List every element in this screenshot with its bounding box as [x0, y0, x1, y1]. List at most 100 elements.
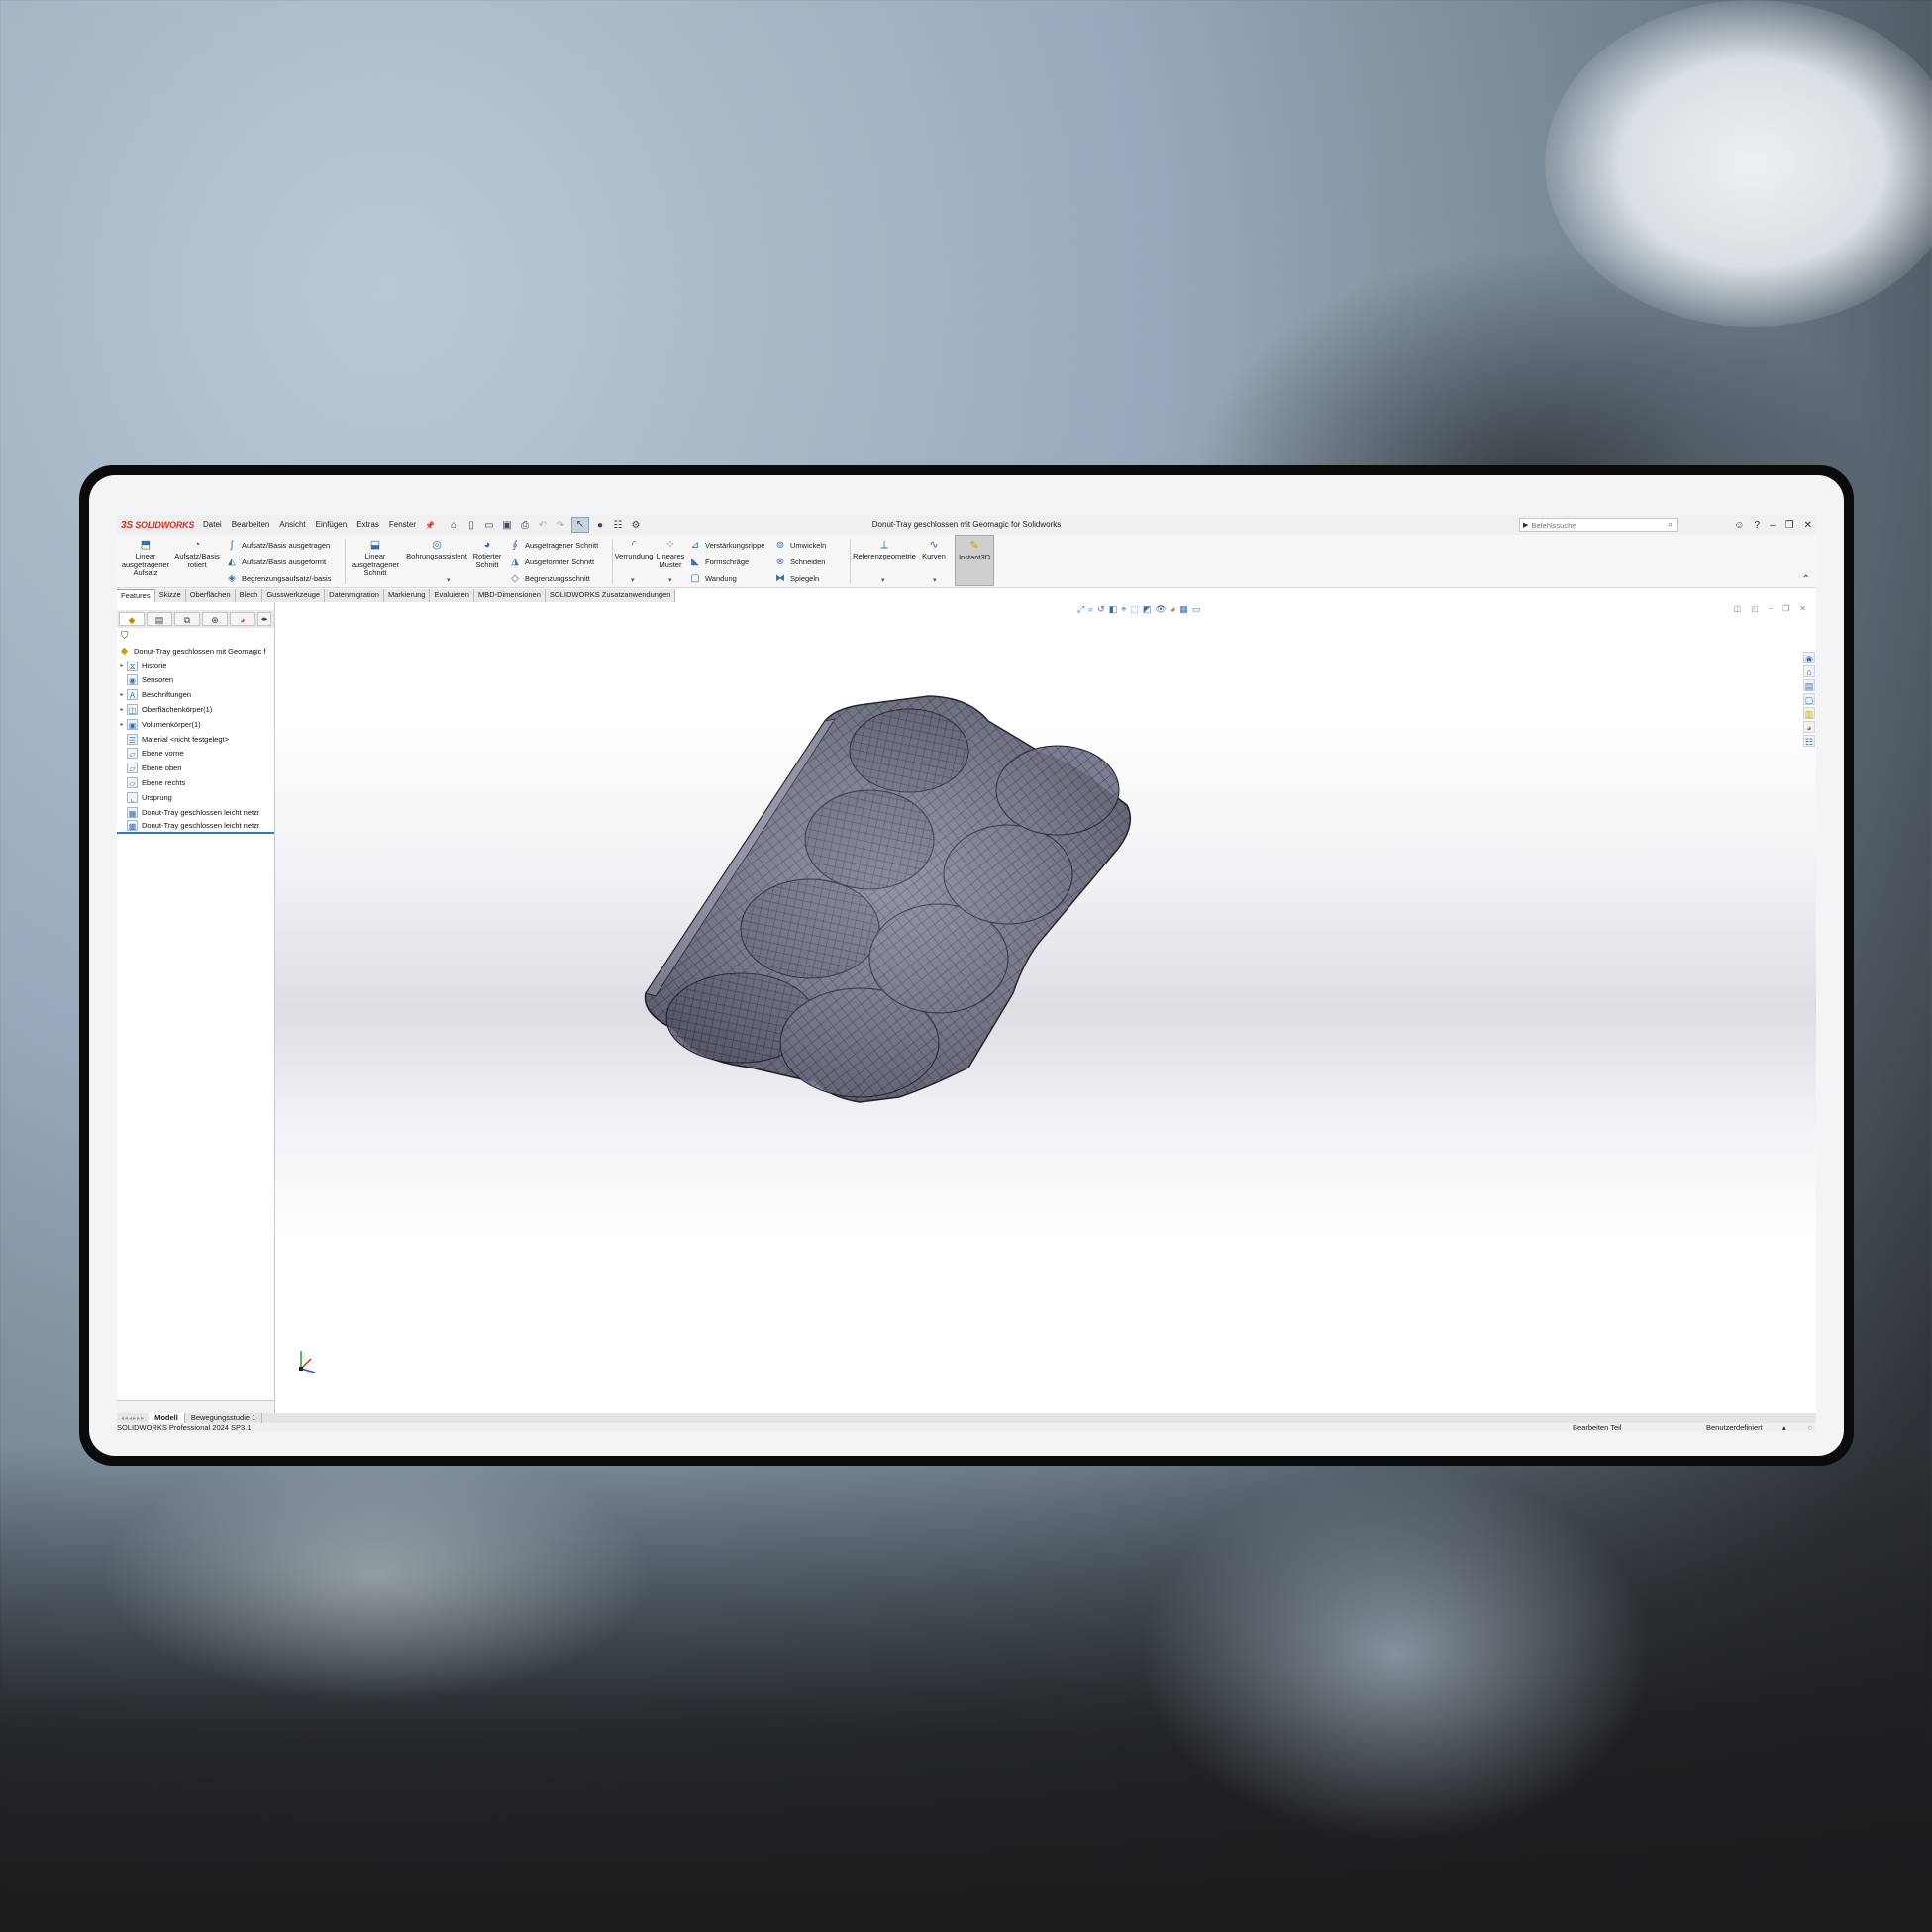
reference-geometry-button[interactable]: ⟂ Referenzgeometrie	[852, 539, 917, 561]
tree-item[interactable]: ◉ Sensoren	[117, 673, 274, 688]
fillet-button[interactable]: ◜ Verrundung	[614, 539, 654, 561]
solidworks-logo[interactable]: 3S SOLIDWORKS	[117, 515, 198, 535]
file-properties-icon[interactable]: ☷	[611, 520, 625, 531]
redo-icon[interactable]: ↷	[554, 520, 567, 531]
swept-cut-button[interactable]: ∮ Ausgetragener Schnitt	[509, 539, 598, 552]
solidworks-resources-icon[interactable]: ◉	[1803, 652, 1815, 663]
boundary-cut-button[interactable]: ◇ Begrenzungsschnitt	[509, 572, 590, 585]
extrude-boss-button[interactable]: ⬒ Linear ausgetragener Aufsatz	[121, 539, 170, 578]
tab-oberflaechen[interactable]: Oberflächen	[186, 589, 236, 602]
tab-features[interactable]: Features	[117, 589, 155, 602]
tree-item[interactable]: ▦ Donut-Tray geschlossen leicht netzr	[117, 805, 274, 820]
tree-item[interactable]: ☰ Material <nicht festgelegt>	[117, 732, 274, 747]
tree-item[interactable]: ▸ ◫ Oberflächenkörper(1)	[117, 702, 274, 717]
units-chevron-icon[interactable]: ▴	[1782, 1423, 1786, 1432]
wrap-button[interactable]: ⊚ Umwickeln	[774, 539, 826, 552]
tree-item[interactable]: ◆ Donut-Tray geschlossen mit Geomagic f	[117, 644, 274, 659]
save-icon[interactable]: ▣	[500, 520, 514, 531]
propertymanager-tab-icon[interactable]: ▤	[147, 612, 172, 626]
configurationmanager-tab-icon[interactable]: ⧉	[174, 612, 200, 626]
shell-button[interactable]: ▢ Wandung	[689, 572, 737, 585]
chevron-down-icon[interactable]: ▾	[447, 576, 451, 584]
feature-manager-scrollbar[interactable]	[117, 1400, 274, 1414]
displaymanager-tab-icon[interactable]: ◕	[230, 612, 255, 626]
tab-nav-arrows-icon[interactable]: ◂◂◂▸▸▸	[117, 1415, 149, 1422]
dimxpert-tab-icon[interactable]: ⊕	[202, 612, 228, 626]
featuremanager-tab-icon[interactable]: ◆	[119, 612, 145, 626]
lofted-cut-button[interactable]: ◮ Ausgeformter Schnitt	[509, 556, 594, 568]
pin-icon[interactable]: 📌	[421, 521, 439, 530]
tree-item[interactable]: ▸ ▣ Volumenkörper(1)	[117, 717, 274, 732]
appearances-icon[interactable]: ▥	[1803, 707, 1815, 719]
help-icon[interactable]: ?	[1755, 520, 1761, 531]
expand-arrow-icon[interactable]: ▸	[117, 706, 127, 713]
tile-view-icon[interactable]: ◰	[1751, 604, 1759, 613]
draft-button[interactable]: ◣ Formschräge	[689, 556, 749, 568]
rebuild-status-icon[interactable]: ◌	[1808, 1423, 1812, 1432]
custom-properties-icon[interactable]: ☷	[1803, 735, 1815, 747]
view-palette-icon[interactable]: ▢	[1803, 693, 1815, 705]
chevron-down-icon[interactable]: ▾	[933, 576, 937, 584]
revolve-boss-button[interactable]: ◔ Aufsatz/Basis rotiert	[174, 539, 220, 569]
tab-evaluieren[interactable]: Evaluieren	[430, 589, 474, 602]
tree-item[interactable]: ▸ ⧖ Historie	[117, 659, 274, 673]
sweep-boss-button[interactable]: ∫ Aufsatz/Basis ausgetragen	[226, 539, 331, 552]
tab-datenmigration[interactable]: Datenmigration	[325, 589, 384, 602]
undo-icon[interactable]: ↶	[536, 520, 550, 531]
command-search-input[interactable]: ▶ Befehlssuche ⌕	[1519, 518, 1678, 532]
expand-arrow-icon[interactable]: ▸	[117, 691, 127, 698]
hole-wizard-button[interactable]: ◎ Bohrungsassistent	[404, 539, 469, 561]
tree-item[interactable]: ▱ Ebene rechts	[117, 775, 274, 790]
tab-zusatzanwendungen[interactable]: SOLIDWORKS Zusatzanwendungen	[546, 589, 676, 602]
print-icon[interactable]: ⎙	[518, 520, 532, 531]
open-icon[interactable]: ▭	[482, 520, 496, 531]
menu-ansicht[interactable]: Ansicht	[274, 515, 310, 535]
menu-einfuegen[interactable]: Einfügen	[311, 515, 353, 535]
tab-mbd-dimensionen[interactable]: MBD-Dimensionen	[474, 589, 546, 602]
expand-arrow-icon[interactable]: ▸	[117, 662, 127, 669]
chevron-up-icon[interactable]: ⌃	[1802, 574, 1810, 585]
scroll-arrows-icon[interactable]: ◂▸	[257, 612, 271, 626]
chevron-down-icon[interactable]: ▾	[668, 576, 672, 584]
restore-icon[interactable]: ❐	[1782, 604, 1789, 613]
linear-pattern-button[interactable]: ⁘ Lineares Muster	[654, 539, 687, 569]
intersect-button[interactable]: ⊗ Schneiden	[774, 556, 826, 568]
loft-boss-button[interactable]: ◭ Aufsatz/Basis ausgeformt	[226, 556, 326, 568]
chevron-down-icon[interactable]: ▾	[631, 576, 635, 584]
restore-icon[interactable]: ❐	[1785, 520, 1794, 531]
menu-bearbeiten[interactable]: Bearbeiten	[227, 515, 275, 535]
user-icon[interactable]: ☺	[1734, 520, 1744, 531]
tab-modell[interactable]: Modell	[149, 1413, 185, 1423]
new-icon[interactable]: ▯	[464, 520, 478, 531]
home-icon[interactable]: ⌂	[447, 520, 460, 531]
tree-item[interactable]: ▩ Donut-Tray geschlossen leicht netzr	[117, 820, 274, 835]
design-library-icon[interactable]: ⌂	[1803, 665, 1815, 677]
mirror-button[interactable]: ⧓ Spiegeln	[774, 572, 819, 585]
menu-fenster[interactable]: Fenster	[384, 515, 421, 535]
split-view-icon[interactable]: ◫	[1734, 604, 1742, 613]
tree-item[interactable]: ▱ Ebene vorne	[117, 747, 274, 762]
donut-tray-mesh[interactable]	[644, 695, 1132, 1103]
close-icon[interactable]: ✕	[1799, 604, 1806, 613]
tree-item[interactable]: ▱ Ebene oben	[117, 761, 274, 775]
file-explorer-icon[interactable]: ▤	[1803, 679, 1815, 691]
scenes-icon[interactable]: ◕	[1803, 721, 1815, 733]
filter-icon[interactable]: ⛉	[117, 628, 274, 644]
expand-arrow-icon[interactable]: ▸	[117, 721, 127, 728]
select-icon[interactable]: ↖	[570, 517, 589, 533]
tab-skizze[interactable]: Skizze	[155, 589, 186, 602]
tab-blech[interactable]: Blech	[236, 589, 263, 602]
minimize-icon[interactable]: –	[1770, 520, 1776, 531]
extrude-cut-button[interactable]: ⬓ Linear ausgetragener Schnitt	[349, 539, 402, 578]
tab-markierung[interactable]: Markierung	[384, 589, 431, 602]
graphics-area[interactable]: ⤢ ⌕ ↺ ◧ ⌖ ⬚ ◩ 👁 ◕ ▦ ▭ ◫ ◰ – ❐ ✕ ◉ ⌂ ▤ ▢ …	[275, 602, 1816, 1414]
tree-item[interactable]: ▸ A Beschriftungen	[117, 687, 274, 702]
instant3d-button[interactable]: ✎ Instant3D	[955, 535, 994, 586]
menu-datei[interactable]: Datei	[198, 515, 227, 535]
options-icon[interactable]: ⚙	[629, 520, 643, 531]
curves-button[interactable]: ∿ Kurven	[917, 539, 951, 561]
units-label[interactable]: Benutzerdefiniert	[1706, 1423, 1763, 1432]
boundary-boss-button[interactable]: ◈ Begrenzungsaufsatz/-basis	[226, 572, 331, 585]
search-icon[interactable]: ⌕	[1669, 520, 1673, 530]
minimize-icon[interactable]: –	[1769, 604, 1773, 613]
